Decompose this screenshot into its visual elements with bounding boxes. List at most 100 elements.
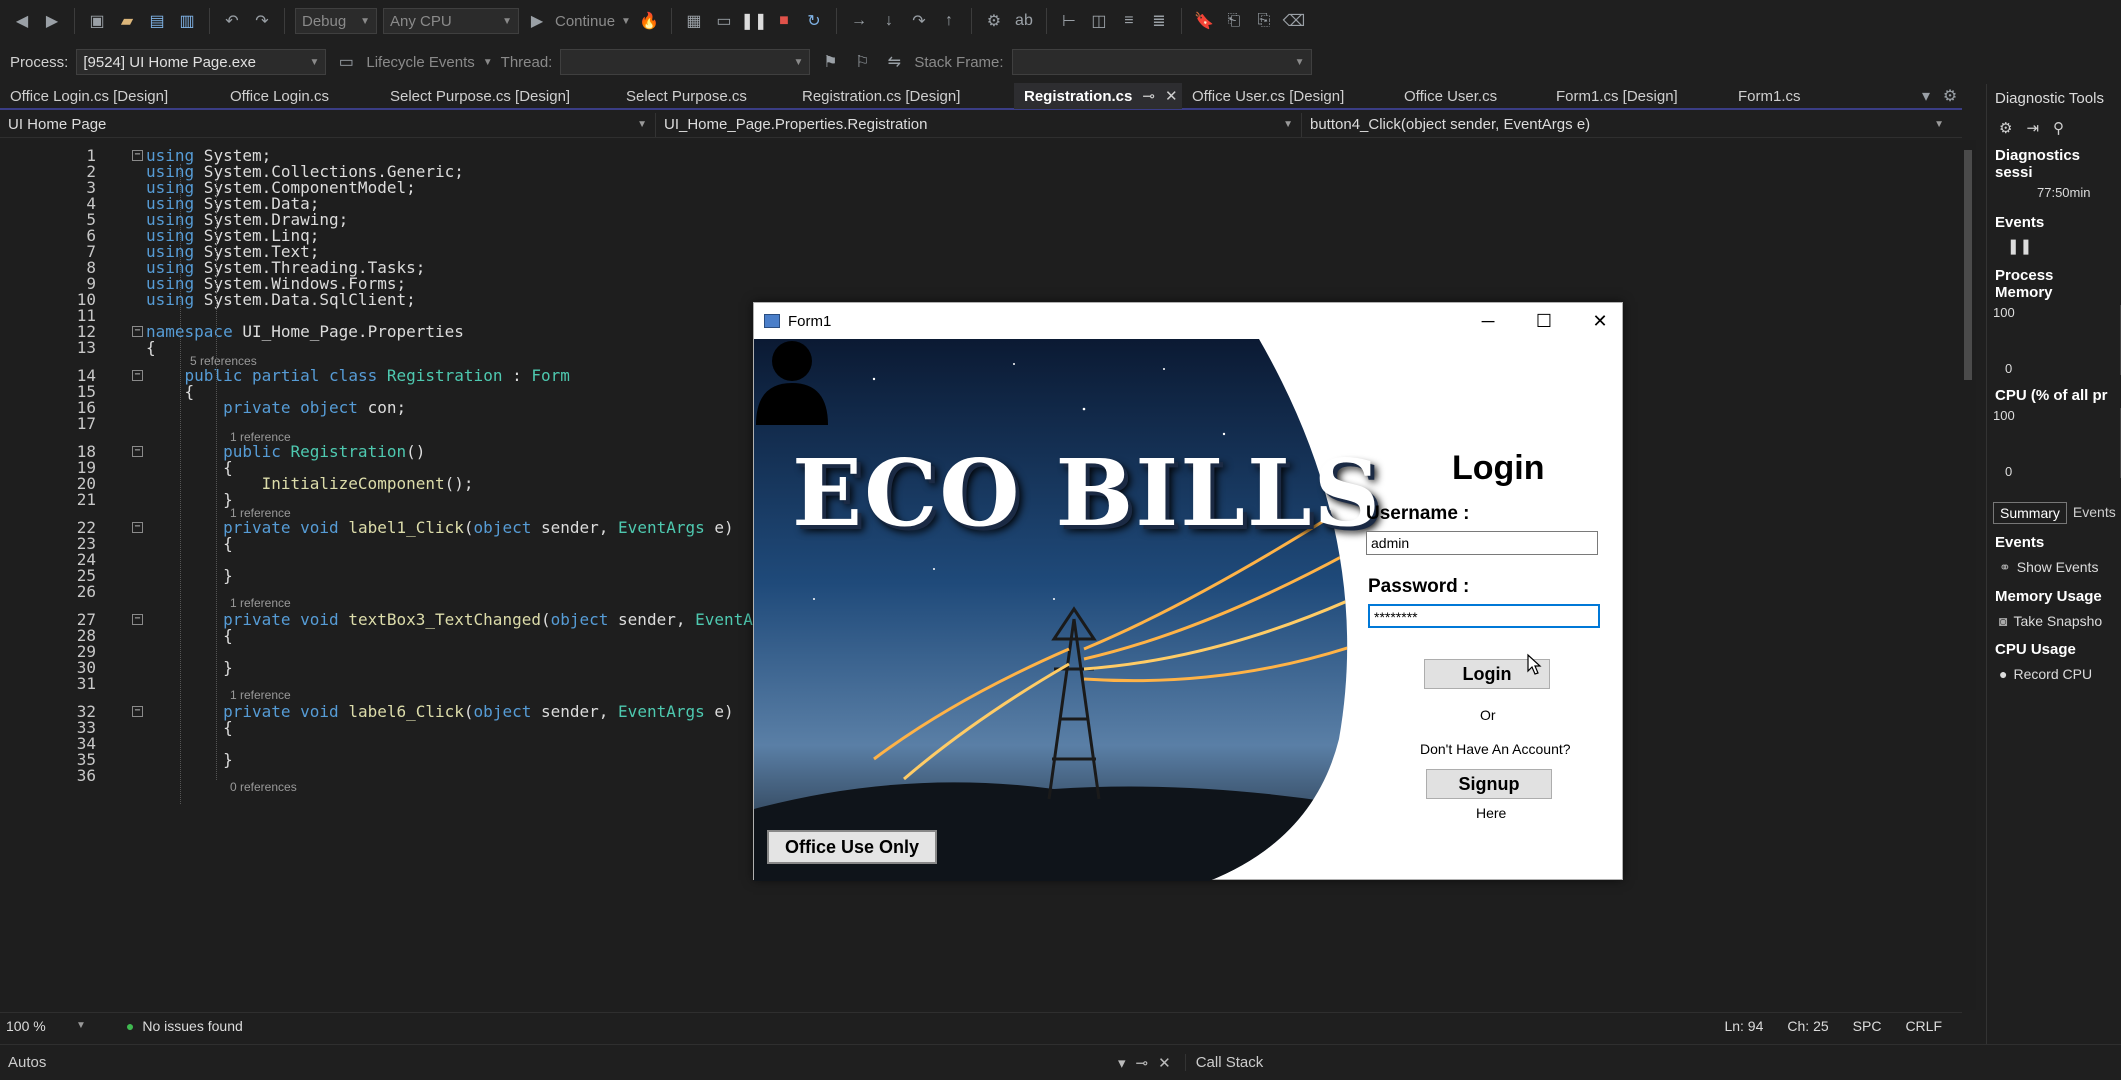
flag-icon[interactable]: ⚑ bbox=[818, 50, 842, 74]
step-into-icon[interactable]: ↓ bbox=[877, 9, 901, 33]
code-line[interactable]: private void textBox3_TextChanged(object… bbox=[146, 610, 753, 629]
settings-icon[interactable]: ⚙ bbox=[1938, 84, 1962, 108]
codelens-references[interactable]: 1 reference bbox=[230, 688, 291, 702]
vertical-scrollbar[interactable] bbox=[1960, 140, 1976, 1010]
code-line[interactable]: using System.Data.SqlClient; bbox=[146, 290, 416, 309]
diag-zoom-icon[interactable]: ⚲ bbox=[2053, 119, 2064, 137]
maximize-icon[interactable]: ☐ bbox=[1516, 303, 1572, 339]
autos-panel-title[interactable]: Autos bbox=[8, 1054, 1118, 1071]
fold-toggle[interactable]: − bbox=[132, 150, 143, 161]
code-line[interactable]: private void label6_Click(object sender,… bbox=[146, 702, 734, 721]
line-ending-indicator[interactable]: CRLF bbox=[1905, 1018, 1942, 1034]
tab-select-purpose[interactable]: Select Purpose.cs bbox=[616, 83, 792, 109]
code-line[interactable]: public partial class Registration : Form bbox=[146, 366, 570, 385]
code-line[interactable]: } bbox=[146, 566, 233, 585]
open-folder-icon[interactable]: ▰ bbox=[115, 9, 139, 33]
indent-icon[interactable]: ≡ bbox=[1117, 9, 1141, 33]
stack-frame-select[interactable]: ▼ bbox=[1011, 49, 1312, 75]
member-select[interactable]: button4_Click(object sender, EventArgs e… bbox=[1302, 113, 1952, 137]
password-input[interactable]: ******** bbox=[1368, 604, 1600, 628]
redo-icon[interactable]: ↷ bbox=[250, 9, 274, 33]
codelens-references[interactable]: 1 reference bbox=[230, 430, 291, 444]
platform-select[interactable]: Any CPU ▼ bbox=[383, 8, 519, 34]
pin-icon[interactable]: ⊸ bbox=[1142, 87, 1155, 105]
fold-toggle[interactable]: − bbox=[132, 522, 143, 533]
code-line[interactable]: { bbox=[146, 534, 233, 553]
tab-events[interactable]: Events bbox=[2067, 502, 2121, 524]
browse-icon[interactable]: ▦ bbox=[682, 9, 706, 33]
back-icon[interactable]: ◀ bbox=[10, 9, 34, 33]
tab-form1-design[interactable]: Form1.cs [Design] bbox=[1546, 83, 1728, 109]
tab-select-purpose-design[interactable]: Select Purpose.cs [Design] bbox=[380, 83, 616, 109]
username-input[interactable]: admin bbox=[1366, 531, 1598, 555]
minimize-icon[interactable]: ─ bbox=[1460, 303, 1516, 339]
code-line[interactable]: { bbox=[146, 338, 156, 357]
diag-export-icon[interactable]: ⇥ bbox=[2026, 119, 2039, 137]
undo-icon[interactable]: ↶ bbox=[220, 9, 244, 33]
pause-icon[interactable]: ❚❚ bbox=[741, 9, 768, 33]
continue-button[interactable]: Continue bbox=[555, 13, 615, 30]
lifecycle-events-button[interactable]: Lifecycle Events bbox=[366, 54, 474, 71]
code-line[interactable]: private void label1_Click(object sender,… bbox=[146, 518, 734, 537]
align-icon[interactable]: ⊢ bbox=[1057, 9, 1081, 33]
save-icon[interactable]: ▤ bbox=[145, 9, 169, 33]
tab-list-icon[interactable]: ▾ bbox=[1914, 84, 1938, 108]
tab-summary[interactable]: Summary bbox=[1993, 502, 2067, 524]
close-icon[interactable]: ✕ bbox=[1165, 87, 1178, 105]
diag-pause-icon[interactable]: ❚❚ bbox=[1987, 235, 2121, 257]
panel-menu-icon[interactable]: ▾ bbox=[1118, 1054, 1126, 1072]
window-close-icon[interactable]: ✕ bbox=[1572, 303, 1628, 339]
step-over-icon[interactable]: ↷ bbox=[907, 9, 931, 33]
tab-registration-design[interactable]: Registration.cs [Design] bbox=[792, 83, 1014, 109]
configuration-select[interactable]: Debug ▼ bbox=[295, 8, 377, 34]
tab-office-user[interactable]: Office User.cs bbox=[1394, 83, 1546, 109]
fold-toggle[interactable]: − bbox=[132, 370, 143, 381]
codelens-references[interactable]: 1 reference bbox=[230, 596, 291, 610]
continue-icon[interactable]: ▶ bbox=[525, 9, 549, 33]
restart-icon[interactable]: ↻ bbox=[802, 9, 826, 33]
whitespace-indicator[interactable]: SPC bbox=[1853, 1018, 1882, 1034]
code-line[interactable]: } bbox=[146, 490, 233, 509]
fold-toggle[interactable]: − bbox=[132, 706, 143, 717]
signup-button[interactable]: Signup bbox=[1426, 769, 1552, 799]
step-out-icon[interactable]: ↑ bbox=[937, 9, 961, 33]
hot-reload-icon[interactable]: 🔥 bbox=[637, 9, 661, 33]
tab-registration[interactable]: Registration.cs ⊸ ✕ bbox=[1014, 83, 1182, 109]
fold-toggle[interactable]: − bbox=[132, 614, 143, 625]
call-stack-panel-title[interactable]: Call Stack bbox=[1184, 1054, 1263, 1071]
tab-form1[interactable]: Form1.cs bbox=[1728, 83, 1828, 109]
layout-icon[interactable]: ▭ bbox=[712, 9, 736, 33]
prev-bookmark-icon[interactable]: ⎗ bbox=[1222, 9, 1246, 33]
code-line[interactable]: namespace UI_Home_Page.Properties bbox=[146, 322, 464, 341]
record-cpu-link[interactable]: ● Record CPU bbox=[1987, 662, 2121, 686]
spellcheck-icon[interactable]: ab bbox=[1012, 9, 1036, 33]
diag-settings-icon[interactable]: ⚙ bbox=[1999, 119, 2012, 137]
codelens-references[interactable]: 1 reference bbox=[230, 506, 291, 520]
code-line[interactable]: { bbox=[146, 718, 233, 737]
show-next-statement-icon[interactable]: → bbox=[847, 9, 871, 33]
save-all-icon[interactable]: ▥ bbox=[175, 9, 199, 33]
new-project-icon[interactable]: ▣ bbox=[85, 9, 109, 33]
fold-toggle[interactable]: − bbox=[132, 446, 143, 457]
forward-icon[interactable]: ▶ bbox=[40, 9, 64, 33]
take-snapshot-link[interactable]: ◙ Take Snapsho bbox=[1987, 609, 2121, 633]
panel-pin-icon[interactable]: ⊸ bbox=[1136, 1054, 1149, 1072]
thread-select[interactable]: ▼ bbox=[560, 49, 811, 75]
stop-icon[interactable]: ■ bbox=[772, 9, 796, 33]
zoom-level[interactable]: 100 % bbox=[6, 1018, 76, 1034]
flag-all-icon[interactable]: ⚐ bbox=[850, 50, 874, 74]
tab-office-login-design[interactable]: Office Login.cs [Design] bbox=[0, 83, 220, 109]
scroll-thumb[interactable] bbox=[1964, 150, 1972, 380]
class-select[interactable]: UI_Home_Page.Properties.Registration ▼ bbox=[656, 112, 1302, 137]
fold-toggle[interactable]: − bbox=[132, 326, 143, 337]
issues-status[interactable]: No issues found bbox=[142, 1018, 242, 1034]
show-events-link[interactable]: ⚭ Show Events bbox=[1987, 555, 2121, 580]
process-select[interactable]: [9524] UI Home Page.exe ▼ bbox=[76, 49, 327, 75]
code-line[interactable]: { bbox=[146, 626, 233, 645]
tab-office-login[interactable]: Office Login.cs bbox=[220, 83, 380, 109]
diagnostics-icon[interactable]: ⚙ bbox=[982, 9, 1006, 33]
code-line[interactable]: private object con; bbox=[146, 398, 406, 417]
codelens-references[interactable]: 5 references bbox=[190, 354, 257, 368]
outdent-icon[interactable]: ≣ bbox=[1147, 9, 1171, 33]
code-line[interactable]: } bbox=[146, 658, 233, 677]
